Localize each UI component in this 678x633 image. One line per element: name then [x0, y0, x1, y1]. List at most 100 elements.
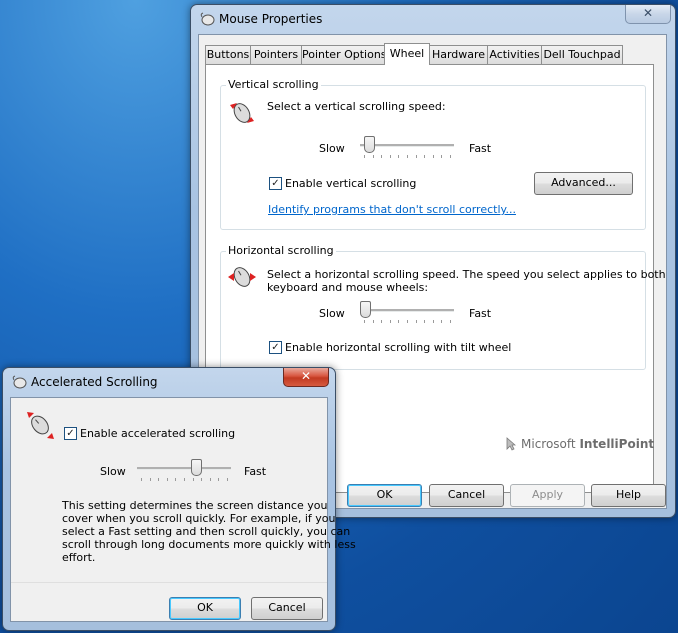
- tab-hardware[interactable]: Hardware: [429, 45, 488, 64]
- slider-tick: [373, 155, 374, 158]
- close-icon: ✕: [642, 6, 654, 20]
- close-button[interactable]: ✕: [283, 368, 329, 387]
- accel-description-line1: This setting determines the screen dista…: [62, 499, 328, 512]
- slider-tick: [227, 478, 228, 481]
- mouse-icon: [12, 375, 27, 389]
- ok-button[interactable]: OK: [347, 484, 422, 507]
- vertical-prompt: Select a vertical scrolling speed:: [267, 100, 446, 113]
- identify-programs-link[interactable]: Identify programs that don't scroll corr…: [268, 203, 516, 216]
- tab-activities[interactable]: Activities: [487, 45, 542, 64]
- slider-ticks: [137, 478, 231, 482]
- slider-tick: [424, 155, 425, 158]
- slider-tick: [433, 155, 434, 158]
- horizontal-prompt-line1: Select a horizontal scrolling speed. The…: [267, 268, 666, 281]
- tab-pointers[interactable]: Pointers: [250, 45, 302, 64]
- slider-tick: [373, 320, 374, 323]
- accel-description-line5: effort.: [62, 551, 96, 564]
- close-icon: ✕: [300, 369, 312, 383]
- enable-vertical-label[interactable]: Enable vertical scrolling: [285, 177, 416, 190]
- slider-tick: [433, 320, 434, 323]
- brand-name: IntelliPoint: [579, 437, 655, 451]
- slider-tick: [407, 320, 408, 323]
- slider-tick: [441, 155, 442, 158]
- intellipoint-brand: Microsoft IntelliPoint: [521, 437, 654, 451]
- vertical-speed-slider[interactable]: [360, 135, 454, 165]
- slider-tick: [381, 155, 382, 158]
- horizontal-speed-slider[interactable]: [360, 300, 454, 330]
- slider-tick: [441, 320, 442, 323]
- slider-tick: [416, 320, 417, 323]
- slider-tick: [150, 478, 151, 481]
- window-title: Mouse Properties: [219, 12, 323, 26]
- accel-description-line4: scroll through long documents more quick…: [62, 538, 356, 551]
- slider-tick: [193, 478, 194, 481]
- slider-tick: [184, 478, 185, 481]
- enable-horizontal-label[interactable]: Enable horizontal scrolling with tilt wh…: [285, 341, 511, 354]
- accel-speed-slider[interactable]: [137, 458, 231, 488]
- slider-thumb[interactable]: [360, 301, 371, 318]
- accelerated-scrolling-titlebar[interactable]: Accelerated Scrolling ✕: [3, 368, 335, 396]
- slider-tick: [210, 478, 211, 481]
- brand-prefix: Microsoft: [521, 437, 576, 451]
- mouse-icon: [200, 12, 215, 26]
- slider-tick: [141, 478, 142, 481]
- dialog-body: ✓ Enable accelerated scrolling Slow Fast…: [10, 397, 356, 622]
- accelerated-wheel-icon: [27, 412, 54, 439]
- slider-ticks: [360, 320, 454, 324]
- intellipoint-cursor-icon: [506, 437, 516, 451]
- slider-tick: [364, 320, 365, 323]
- horizontal-fast-label: Fast: [469, 307, 492, 320]
- accelerated-scrolling-dialog: Accelerated Scrolling ✕ ✓ Enable acceler…: [2, 367, 356, 631]
- slider-tick: [218, 478, 219, 481]
- horizontal-prompt-line2: keyboard and mouse wheels:: [267, 281, 429, 294]
- enable-horizontal-checkbox[interactable]: ✓: [269, 341, 282, 354]
- dialog-title: Accelerated Scrolling: [31, 375, 158, 389]
- horizontal-slow-label: Slow: [319, 307, 345, 320]
- slider-tick: [167, 478, 168, 481]
- slider-tick: [201, 478, 202, 481]
- accel-description-line3: select a Fast setting and then scroll qu…: [62, 525, 351, 538]
- close-button[interactable]: ✕: [625, 5, 671, 24]
- slider-track: [137, 467, 231, 470]
- slider-tick: [158, 478, 159, 481]
- group-label: Vertical scrolling: [226, 78, 321, 91]
- accel-fast-label: Fast: [244, 465, 267, 478]
- tab-wheel[interactable]: Wheel: [384, 43, 430, 65]
- slider-tick: [450, 155, 451, 158]
- horizontal-wheel-icon: [228, 267, 256, 287]
- slider-tick: [390, 320, 391, 323]
- vertical-fast-label: Fast: [469, 142, 492, 155]
- slider-tick: [381, 320, 382, 323]
- slider-tick: [424, 320, 425, 323]
- cancel-button[interactable]: Cancel: [429, 484, 504, 507]
- slider-tick: [398, 155, 399, 158]
- slider-tick: [175, 478, 176, 481]
- accel-slow-label: Slow: [100, 465, 126, 478]
- vertical-wheel-icon: [230, 103, 254, 123]
- apply-button: Apply: [510, 484, 585, 507]
- enable-accelerated-checkbox[interactable]: ✓: [64, 427, 77, 440]
- advanced-button[interactable]: Advanced...: [534, 172, 633, 195]
- slider-track: [360, 309, 454, 312]
- slider-thumb[interactable]: [364, 136, 375, 153]
- slider-tick: [450, 320, 451, 323]
- slider-tick: [364, 155, 365, 158]
- enable-accelerated-label[interactable]: Enable accelerated scrolling: [80, 427, 235, 440]
- tab-dell-touchpad[interactable]: Dell Touchpad: [541, 45, 623, 64]
- tab-pointer-options[interactable]: Pointer Options: [301, 45, 387, 64]
- accel-ok-button[interactable]: OK: [169, 597, 241, 620]
- mouse-properties-titlebar[interactable]: Mouse Properties ✕: [191, 5, 675, 33]
- accel-cancel-button[interactable]: Cancel: [251, 597, 323, 620]
- tab-buttons[interactable]: Buttons: [205, 45, 251, 64]
- help-button[interactable]: Help: [591, 484, 666, 507]
- group-label: Horizontal scrolling: [226, 244, 336, 257]
- slider-thumb[interactable]: [191, 459, 202, 476]
- slider-tick: [416, 155, 417, 158]
- slider-tick: [398, 320, 399, 323]
- vertical-slow-label: Slow: [319, 142, 345, 155]
- slider-tick: [407, 155, 408, 158]
- accel-description-line2: cover when you scroll quickly. For examp…: [62, 512, 336, 525]
- enable-vertical-checkbox[interactable]: ✓: [269, 177, 282, 190]
- slider-ticks: [360, 155, 454, 159]
- slider-tick: [390, 155, 391, 158]
